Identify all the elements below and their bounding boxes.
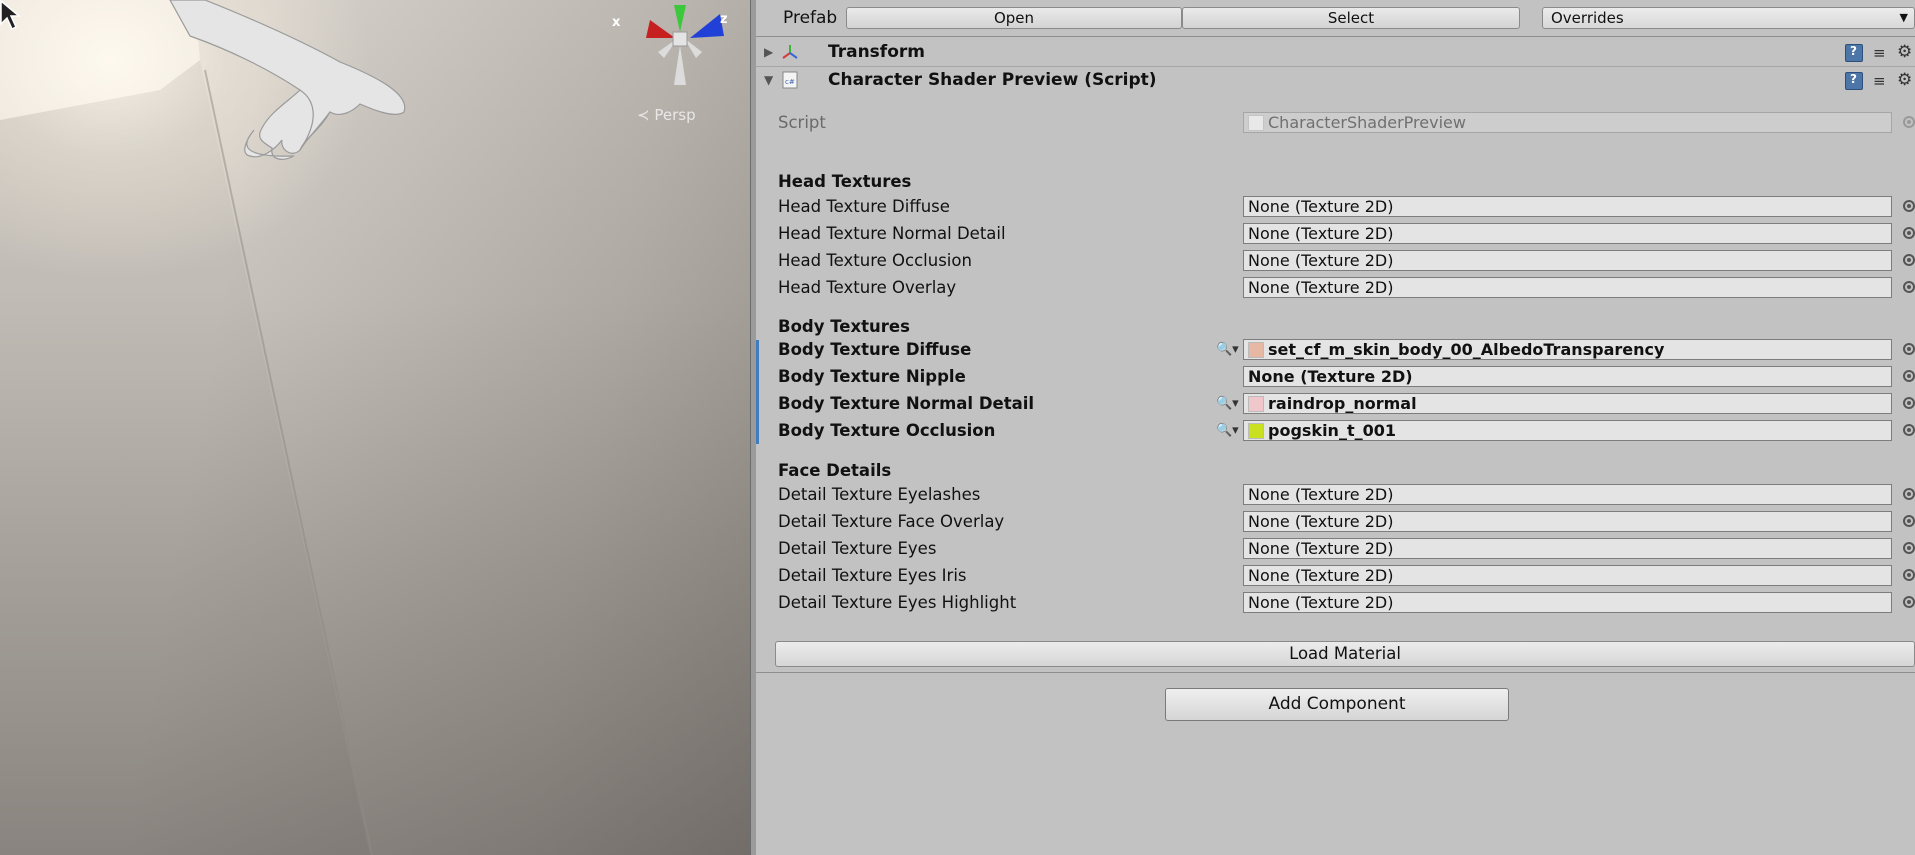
- object-picker-icon[interactable]: [1903, 281, 1915, 293]
- divider: [756, 36, 1915, 37]
- body-texture-diffuse-value: set_cf_m_skin_body_00_AlbedoTransparency: [1268, 340, 1665, 359]
- gear-icon[interactable]: ⚙: [1897, 71, 1915, 89]
- object-picker-icon: [1903, 116, 1915, 128]
- prefab-select-button[interactable]: Select: [1182, 7, 1520, 29]
- body-texture-occlusion-field[interactable]: pogskin_t_001: [1243, 420, 1892, 441]
- body-texture-diffuse-label: Body Texture Diffuse: [778, 340, 972, 359]
- detail-texture-face-overlay-label: Detail Texture Face Overlay: [778, 512, 1005, 531]
- texture-thumbnail-icon: [1248, 342, 1264, 358]
- detail-texture-eyes-iris-field[interactable]: None (Texture 2D): [1243, 565, 1892, 586]
- script-field-label: Script: [778, 113, 826, 132]
- component-header-icons: ≡ ⚙: [1845, 43, 1915, 62]
- body-texture-nipple-field[interactable]: None (Texture 2D): [1243, 366, 1892, 387]
- gizmo-x-label: x: [612, 15, 621, 30]
- head-texture-normal-detail-label: Head Texture Normal Detail: [778, 224, 1006, 243]
- texture-thumbnail-icon: [1248, 396, 1264, 412]
- head-texture-normal-detail-field[interactable]: None (Texture 2D): [1243, 223, 1892, 244]
- divider: [756, 672, 1915, 673]
- object-picker-icon[interactable]: [1903, 569, 1915, 581]
- overrides-label: Overrides: [1551, 9, 1624, 27]
- body-texture-occlusion-label: Body Texture Occlusion: [778, 421, 996, 440]
- head-texture-occlusion-label: Head Texture Occlusion: [778, 251, 972, 270]
- head-texture-overlay-field[interactable]: None (Texture 2D): [1243, 277, 1892, 298]
- object-picker-icon[interactable]: [1903, 343, 1915, 355]
- object-picker-icon[interactable]: [1903, 515, 1915, 527]
- prefab-override-indicator: [756, 340, 759, 444]
- script-file-icon: [1248, 115, 1264, 131]
- body-texture-nipple-label: Body Texture Nipple: [778, 367, 966, 386]
- presets-icon[interactable]: ≡: [1873, 72, 1891, 90]
- object-picker-icon[interactable]: [1903, 596, 1915, 608]
- scene-view[interactable]: x z ≺ Persp: [0, 0, 750, 855]
- prefab-open-button[interactable]: Open: [846, 7, 1182, 29]
- body-texture-diffuse-field[interactable]: set_cf_m_skin_body_00_AlbedoTransparency: [1243, 339, 1892, 360]
- transform-icon: [782, 45, 798, 59]
- object-picker-icon[interactable]: [1903, 397, 1915, 409]
- foldout-expanded-icon[interactable]: ▼: [764, 73, 773, 87]
- object-picker-icon[interactable]: [1903, 254, 1915, 266]
- body-textures-header: Body Textures: [778, 317, 910, 336]
- detail-texture-eyes-label: Detail Texture Eyes: [778, 539, 937, 558]
- help-book-icon[interactable]: [1845, 44, 1863, 62]
- projection-mode-text: Persp: [654, 106, 696, 124]
- prefab-overrides-dropdown[interactable]: Overrides ▼: [1542, 7, 1915, 29]
- component-title: Transform: [828, 42, 925, 62]
- projection-mode-label[interactable]: ≺ Persp: [637, 106, 696, 124]
- gear-icon[interactable]: ⚙: [1897, 43, 1915, 61]
- body-texture-normal-detail-label: Body Texture Normal Detail: [778, 394, 1035, 413]
- load-material-button[interactable]: Load Material: [775, 641, 1915, 667]
- foldout-collapsed-icon[interactable]: ▶: [764, 45, 773, 59]
- divider: [756, 66, 1915, 67]
- mouse-cursor-icon: [0, 0, 22, 31]
- transform-component-header[interactable]: ▶ Transform ≡ ⚙: [756, 40, 1915, 66]
- body-texture-normal-detail-value: raindrop_normal: [1268, 394, 1417, 413]
- prefab-label: Prefab: [783, 8, 838, 28]
- search-icon[interactable]: 🔍▾: [1216, 396, 1239, 411]
- face-details-header: Face Details: [778, 461, 892, 480]
- svg-text:c#: c#: [785, 78, 795, 86]
- inspector-panel: Prefab Open Select Overrides ▼ ▶ Transfo…: [756, 0, 1915, 855]
- detail-texture-eyelashes-field[interactable]: None (Texture 2D): [1243, 484, 1892, 505]
- head-texture-occlusion-field[interactable]: None (Texture 2D): [1243, 250, 1892, 271]
- head-texture-diffuse-field[interactable]: None (Texture 2D): [1243, 196, 1892, 217]
- body-texture-normal-detail-field[interactable]: raindrop_normal: [1243, 393, 1892, 414]
- help-book-icon[interactable]: [1845, 72, 1863, 90]
- gizmo-z-label: z: [720, 12, 728, 27]
- scene-geometry: [0, 0, 406, 855]
- detail-texture-face-overlay-field[interactable]: None (Texture 2D): [1243, 511, 1892, 532]
- perspective-icon: ≺: [637, 106, 650, 124]
- detail-texture-eyes-highlight-field[interactable]: None (Texture 2D): [1243, 592, 1892, 613]
- detail-texture-eyes-iris-label: Detail Texture Eyes Iris: [778, 566, 967, 585]
- object-picker-icon[interactable]: [1903, 542, 1915, 554]
- script-field: CharacterShaderPreview: [1243, 112, 1892, 133]
- object-picker-icon[interactable]: [1903, 424, 1915, 436]
- object-picker-icon[interactable]: [1903, 227, 1915, 239]
- dropdown-arrow-icon: ▼: [1899, 11, 1908, 24]
- search-icon[interactable]: 🔍▾: [1216, 423, 1239, 438]
- component-title: Character Shader Preview (Script): [828, 70, 1157, 90]
- body-texture-occlusion-value: pogskin_t_001: [1268, 421, 1396, 440]
- head-texture-overlay-label: Head Texture Overlay: [778, 278, 957, 297]
- script-field-value: CharacterShaderPreview: [1268, 113, 1466, 132]
- object-picker-icon[interactable]: [1903, 370, 1915, 382]
- search-icon[interactable]: 🔍▾: [1216, 342, 1239, 357]
- detail-texture-eyes-highlight-label: Detail Texture Eyes Highlight: [778, 593, 1017, 612]
- add-component-button[interactable]: Add Component: [1165, 688, 1509, 721]
- component-header-icons: ≡ ⚙: [1845, 71, 1915, 90]
- csharp-script-icon: c#: [782, 71, 798, 89]
- detail-texture-eyes-field[interactable]: None (Texture 2D): [1243, 538, 1892, 559]
- detail-texture-eyelashes-label: Detail Texture Eyelashes: [778, 485, 981, 504]
- head-textures-header: Head Textures: [778, 172, 912, 191]
- texture-thumbnail-icon: [1248, 423, 1264, 439]
- head-texture-diffuse-label: Head Texture Diffuse: [778, 197, 950, 216]
- presets-icon[interactable]: ≡: [1873, 44, 1891, 62]
- script-component-header[interactable]: ▼ c# Character Shader Preview (Script) ≡…: [756, 68, 1915, 94]
- object-picker-icon[interactable]: [1903, 488, 1915, 500]
- object-picker-icon[interactable]: [1903, 200, 1915, 212]
